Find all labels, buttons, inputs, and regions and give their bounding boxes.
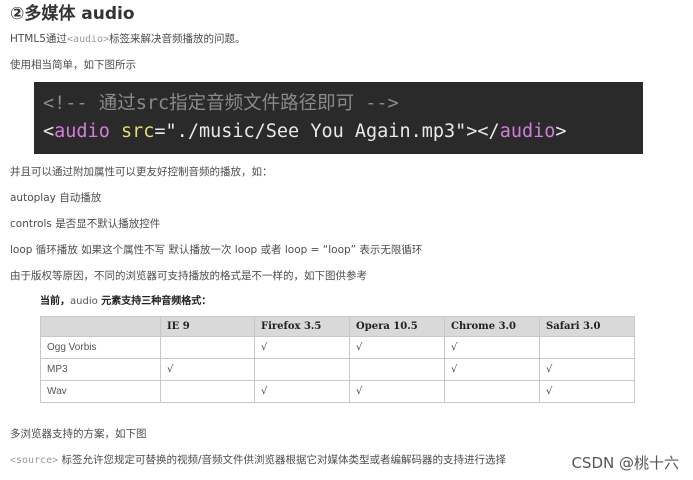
audio-inline-code: <audio> [66,34,110,45]
paragraph-autoplay: autoplay 自动播放 [10,192,102,204]
code-comment-line: <!-- 通过src指定音频文件路径即可 --> [43,90,643,118]
support-cell [539,336,635,359]
code-audio-line: <audio src="./music/See You Again.mp3"><… [43,118,643,146]
source-text: 标签允许您规定可替换的视频/音频文件供浏览器根据它对媒体类型或者编解码器的支持进… [58,454,507,466]
support-cell: √ [444,358,540,381]
paragraph-attributes: 并且可以通过附加属性可以更友好控制音频的播放，如： [10,166,273,178]
code-tag-name: audio [54,121,110,142]
support-cell [254,358,350,381]
caption-audio: audio [70,296,98,307]
source-inline-code: <source> [10,455,59,466]
table-header-cell: Safari 3.0 [539,316,635,337]
format-name-cell: MP3 [40,358,161,381]
caption-after: 元素支持三种音频格式： [97,296,212,307]
support-cell: √ [539,358,635,381]
code-snippet-image: <!-- 通过src指定音频文件路径即可 --> <audio src="./m… [34,82,643,154]
paragraph-source: <source> 标签允许您规定可替换的视频/音频文件供浏览器根据它对媒体类型或… [10,453,506,468]
table-row: MP3 √ √ √ [40,358,635,381]
table-header-cell: IE 9 [160,316,255,337]
audio-format-support-table: IE 9 Firefox 3.5 Opera 10.5 Chrome 3.0 S… [40,316,635,403]
code-close-open-bracket: </ [477,121,500,142]
table-header-cell: Opera 10.5 [349,316,445,337]
caption-before: 当前， [40,296,70,307]
support-cell: √ [160,358,255,381]
table-header-row: IE 9 Firefox 3.5 Opera 10.5 Chrome 3.0 S… [40,316,635,337]
code-close-bracket: > [555,121,567,142]
section-heading: ②多媒体 audio [10,4,135,24]
format-name-cell: Ogg Vorbis [40,336,161,359]
code-attr-name: src [109,121,155,142]
table-header-cell: Firefox 3.5 [254,316,350,337]
intro-text-after: 标签来解决音频播放的问题。 [109,33,246,45]
paragraph-controls: controls 是否显不默认播放控件 [10,218,161,230]
support-cell [444,380,540,403]
table-header-cell: Chrome 3.0 [444,316,540,337]
code-comment: <!-- 通过src指定音频文件路径即可 --> [43,93,399,114]
support-cell [160,380,255,403]
table-header-cell [40,316,161,337]
support-cell: √ [349,336,445,359]
table-row: Ogg Vorbis √ √ √ [40,336,635,359]
support-cell [349,358,445,381]
code-open-bracket: < [43,121,55,142]
support-cell: √ [254,336,350,359]
paragraph-usage: 使用相当简单，如下图所示 [10,59,136,71]
format-name-cell: Wav [40,380,161,403]
paragraph-intro: HTML5通过<audio>标签来解决音频播放的问题。 [10,32,246,47]
paragraph-multi-browser: 多浏览器支持的方案，如下图 [10,428,147,440]
intro-text-before: HTML5通过 [10,33,67,45]
csdn-watermark: CSDN @桃十六 [571,454,679,472]
support-cell: √ [539,380,635,403]
code-attr-value: ="./music/See You Again.mp3"> [154,121,478,142]
support-cell: √ [349,380,445,403]
table-caption: 当前，audio 元素支持三种音频格式： [40,292,211,307]
code-close-tag-name: audio [499,121,556,142]
paragraph-formats: 由于版权等原因，不同的浏览器可支持播放的格式是不一样的，如下图供参考 [10,270,367,282]
support-cell [160,336,255,359]
support-cell: √ [444,336,540,359]
paragraph-loop: loop 循环播放 如果这个属性不写 默认播放一次 loop 或者 loop =… [10,244,423,256]
support-cell: √ [254,380,350,403]
table-row: Wav √ √ √ [40,380,635,403]
